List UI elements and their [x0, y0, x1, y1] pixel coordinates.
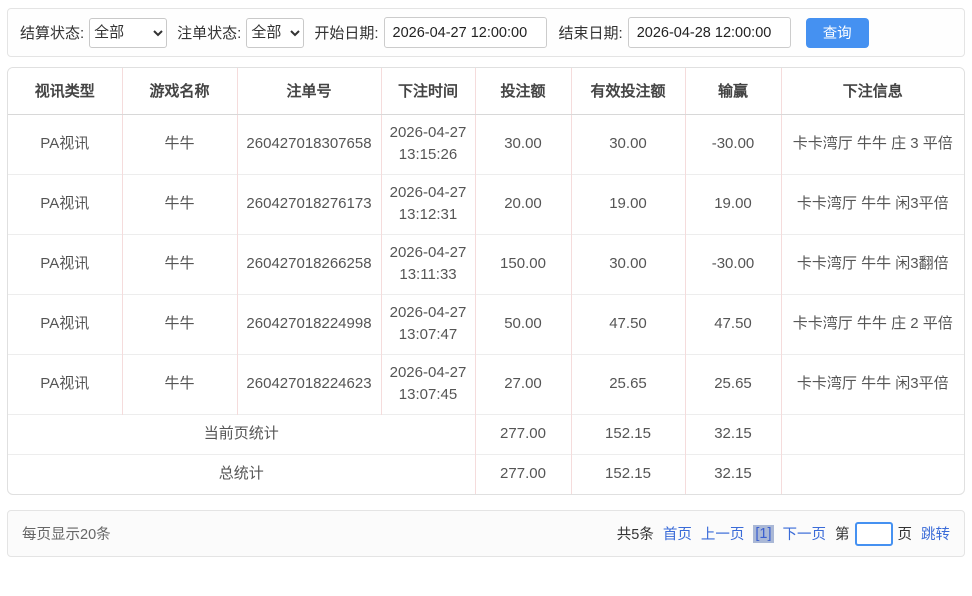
cell-video-type: PA视讯 [8, 354, 122, 414]
cell-valid-bet-amount: 47.50 [571, 294, 685, 354]
header-bet-amount: 投注额 [475, 68, 571, 114]
header-bet-time: 下注时间 [381, 68, 475, 114]
bet-status-label: 注单状态: [177, 22, 241, 43]
total-summary-row: 总统计 277.00 152.15 32.15 [8, 454, 964, 494]
end-date-label: 结束日期: [559, 22, 623, 43]
page-summary-label: 当前页统计 [8, 414, 475, 454]
cell-winloss: -30.00 [685, 114, 781, 174]
cell-bet-info: 卡卡湾厅 牛牛 闲3平倍 [781, 354, 964, 414]
pagination: 共5条 首页 上一页 [1] 下一页 第 页 跳转 [617, 522, 950, 546]
cell-winloss: 47.50 [685, 294, 781, 354]
cell-bet-info: 卡卡湾厅 牛牛 庄 3 平倍 [781, 114, 964, 174]
cell-valid-bet-amount: 19.00 [571, 174, 685, 234]
cell-video-type: PA视讯 [8, 294, 122, 354]
jump-prefix-label: 第 [835, 523, 850, 544]
cell-bet-info: 卡卡湾厅 牛牛 闲3平倍 [781, 174, 964, 234]
cell-bet-amount: 150.00 [475, 234, 571, 294]
table-header-row: 视讯类型 游戏名称 注单号 下注时间 投注额 有效投注额 输赢 下注信息 [8, 68, 964, 114]
cell-video-type: PA视讯 [8, 114, 122, 174]
cell-bet-number: 260427018266258 [237, 234, 381, 294]
bets-table-container: 视讯类型 游戏名称 注单号 下注时间 投注额 有效投注额 输赢 下注信息 PA视… [7, 67, 965, 495]
cell-bet-amount: 27.00 [475, 354, 571, 414]
total-count-text: 共5条 [617, 523, 654, 544]
settle-status-select[interactable]: 全部 [89, 18, 167, 48]
page-summary-info [781, 414, 964, 454]
total-summary-info [781, 454, 964, 494]
page-summary-row: 当前页统计 277.00 152.15 32.15 [8, 414, 964, 454]
cell-bet-amount: 50.00 [475, 294, 571, 354]
cell-winloss: 25.65 [685, 354, 781, 414]
cell-bet-info: 卡卡湾厅 牛牛 庄 2 平倍 [781, 294, 964, 354]
jump-suffix-label: 页 [898, 523, 913, 544]
cell-bet-time: 2026-04-27 13:11:33 [381, 234, 475, 294]
cell-video-type: PA视讯 [8, 174, 122, 234]
total-summary-label: 总统计 [8, 454, 475, 494]
cell-valid-bet-amount: 30.00 [571, 114, 685, 174]
cell-bet-number: 260427018307658 [237, 114, 381, 174]
page-summary-bet-amount: 277.00 [475, 414, 571, 454]
cell-bet-amount: 30.00 [475, 114, 571, 174]
jump-group: 第 页 [835, 522, 912, 546]
start-date-label: 开始日期: [314, 22, 378, 43]
page-summary-winloss: 32.15 [685, 414, 781, 454]
cell-game-name: 牛牛 [122, 294, 237, 354]
current-page-indicator: [1] [753, 525, 773, 543]
prev-page-link[interactable]: 上一页 [701, 523, 745, 544]
cell-bet-number: 260427018224998 [237, 294, 381, 354]
start-date-input[interactable] [384, 17, 547, 48]
cell-bet-time: 2026-04-27 13:07:45 [381, 354, 475, 414]
total-summary-winloss: 32.15 [685, 454, 781, 494]
settle-status-label: 结算状态: [20, 22, 84, 43]
cell-bet-time: 2026-04-27 13:12:31 [381, 174, 475, 234]
table-row: PA视讯 牛牛 260427018307658 2026-04-27 13:15… [8, 114, 964, 174]
table-row: PA视讯 牛牛 260427018224623 2026-04-27 13:07… [8, 354, 964, 414]
cell-bet-amount: 20.00 [475, 174, 571, 234]
cell-video-type: PA视讯 [8, 234, 122, 294]
bets-table: 视讯类型 游戏名称 注单号 下注时间 投注额 有效投注额 输赢 下注信息 PA视… [8, 68, 964, 494]
first-page-link[interactable]: 首页 [663, 523, 692, 544]
header-bet-number: 注单号 [237, 68, 381, 114]
query-button[interactable]: 查询 [806, 18, 869, 48]
header-bet-info: 下注信息 [781, 68, 964, 114]
cell-valid-bet-amount: 25.65 [571, 354, 685, 414]
table-row: PA视讯 牛牛 260427018276173 2026-04-27 13:12… [8, 174, 964, 234]
page-jump-input[interactable] [855, 522, 893, 546]
table-row: PA视讯 牛牛 260427018266258 2026-04-27 13:11… [8, 234, 964, 294]
cell-bet-time: 2026-04-27 13:15:26 [381, 114, 475, 174]
cell-game-name: 牛牛 [122, 234, 237, 294]
header-valid-bet-amount: 有效投注额 [571, 68, 685, 114]
cell-bet-number: 260427018276173 [237, 174, 381, 234]
filter-bar: 结算状态: 全部 注单状态: 全部 开始日期: 结束日期: 查询 [7, 8, 965, 57]
cell-game-name: 牛牛 [122, 174, 237, 234]
header-video-type: 视讯类型 [8, 68, 122, 114]
cell-game-name: 牛牛 [122, 354, 237, 414]
total-summary-bet-amount: 277.00 [475, 454, 571, 494]
cell-game-name: 牛牛 [122, 114, 237, 174]
cell-winloss: -30.00 [685, 234, 781, 294]
total-summary-valid-bet-amount: 152.15 [571, 454, 685, 494]
footer-bar: 每页显示20条 共5条 首页 上一页 [1] 下一页 第 页 跳转 [7, 510, 965, 557]
next-page-link[interactable]: 下一页 [783, 523, 827, 544]
header-winloss: 输赢 [685, 68, 781, 114]
jump-link[interactable]: 跳转 [921, 523, 950, 544]
table-row: PA视讯 牛牛 260427018224998 2026-04-27 13:07… [8, 294, 964, 354]
page-size-text: 每页显示20条 [22, 523, 111, 544]
cell-valid-bet-amount: 30.00 [571, 234, 685, 294]
end-date-input[interactable] [628, 17, 791, 48]
cell-bet-time: 2026-04-27 13:07:47 [381, 294, 475, 354]
cell-winloss: 19.00 [685, 174, 781, 234]
page-summary-valid-bet-amount: 152.15 [571, 414, 685, 454]
header-game-name: 游戏名称 [122, 68, 237, 114]
cell-bet-info: 卡卡湾厅 牛牛 闲3翻倍 [781, 234, 964, 294]
bet-status-select[interactable]: 全部 [246, 18, 304, 48]
cell-bet-number: 260427018224623 [237, 354, 381, 414]
